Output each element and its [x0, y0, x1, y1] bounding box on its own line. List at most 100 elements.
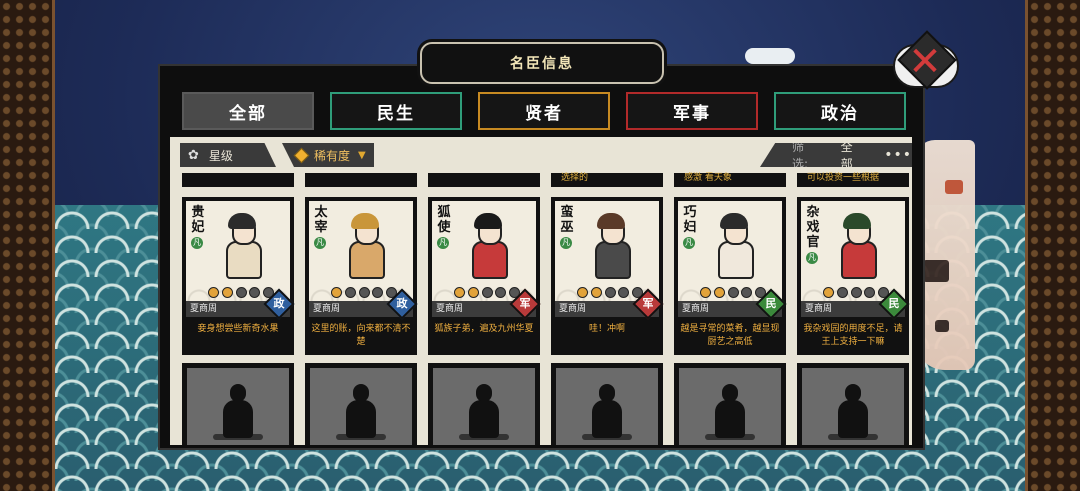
rarity-label: 稀有度 [314, 148, 351, 163]
rank-badge: 凡 [314, 237, 326, 249]
tab-livelihood[interactable]: 民生 [330, 92, 462, 130]
category-tabs: 全部 民生 贤者 军事 政治 [182, 92, 912, 132]
star-icon [454, 287, 465, 298]
locked-minister-card[interactable] [797, 363, 909, 445]
star-rating [700, 287, 766, 299]
prev-row-fragment [305, 173, 417, 187]
diamond-icon [293, 147, 310, 163]
minister-avatar [466, 213, 510, 279]
minister-panel: 全部 民生 贤者 军事 政治 ✿ 星级 稀有度 ▼ 筛选: 全部 ••• 选择的… [158, 64, 925, 450]
rank-badge: 凡 [191, 237, 203, 249]
locked-minister-card[interactable] [551, 363, 663, 445]
minister-portrait: 杂戏官凡 [801, 201, 905, 301]
locked-minister-card[interactable] [428, 363, 540, 445]
silhouette-figure [213, 384, 263, 440]
minister-quote: 越是寻常的菜肴，越显现厨艺之高低 [680, 324, 780, 347]
rarity-sort-button[interactable]: 稀有度 ▼ [282, 143, 374, 167]
star-filter-button[interactable]: ✿ 星级 [180, 143, 276, 167]
close-button[interactable]: ✕ [893, 30, 959, 92]
star-icon [481, 287, 493, 298]
star-icon [331, 287, 342, 298]
star-filter-label: 星级 [208, 148, 233, 163]
star-icon [577, 287, 588, 298]
tab-sages[interactable]: 贤者 [478, 92, 610, 130]
star-icon [358, 287, 370, 298]
silhouette-figure [459, 384, 509, 440]
minister-avatar [343, 213, 387, 279]
star-icon [590, 287, 602, 298]
star-rating [208, 287, 274, 299]
minister-card[interactable]: 太宰凡夏商周政这里的账，向来都不清不楚 [305, 197, 418, 355]
tab-military[interactable]: 军事 [626, 92, 758, 130]
minister-card[interactable]: 蛮巫凡夏商周军哇！冲啊 [551, 197, 664, 355]
minister-card[interactable]: 贵妃凡夏商周政妾身想尝些新奇水果 [182, 197, 295, 355]
silhouette-figure [828, 384, 878, 440]
rank-badge: 凡 [683, 237, 695, 249]
minister-card[interactable]: 杂戏官凡夏商周民我杂戏园的用度不足，请王上支持一下嘛 [797, 197, 910, 355]
prev-row-fragment [182, 173, 294, 187]
star-icon [864, 287, 876, 298]
silhouette-figure [336, 384, 386, 440]
rank-badge: 凡 [437, 237, 449, 249]
locked-minister-card[interactable] [305, 363, 417, 445]
minister-card[interactable]: 狐使凡夏商周军狐族子弟，遍及九州华夏 [428, 197, 541, 355]
minister-portrait: 太宰凡 [309, 201, 413, 301]
minister-portrait: 狐使凡 [432, 201, 536, 301]
locked-minister-card[interactable] [674, 363, 786, 445]
star-rating [331, 287, 397, 299]
close-icon: ✕ [908, 39, 942, 85]
star-icon [713, 287, 725, 298]
star-icon [221, 287, 233, 298]
star-rating [823, 287, 889, 299]
minister-portrait: 巧妇凡 [678, 201, 782, 301]
prev-row-fragment: 感激 看天象 [674, 173, 786, 187]
filter-value: 全部 [840, 140, 853, 171]
star-icon [208, 287, 219, 298]
filter-select[interactable]: 筛选: 全部 ••• [760, 143, 912, 167]
star-icon [344, 287, 356, 298]
window-title: 名臣信息 [420, 42, 664, 84]
filter-label: 筛选: [792, 140, 809, 171]
minister-portrait: 贵妃凡 [186, 201, 290, 301]
minister-grid: 选择的 感激 看天象 可以投资一些根据 贵妃凡夏商周政妾身想尝些新奇水果 太宰凡夏… [170, 173, 912, 445]
minister-name: 巧妇 [683, 205, 697, 235]
minister-quote: 这里的账，向来都不清不楚 [311, 324, 411, 347]
triangle-down-icon: ▼ [358, 149, 366, 161]
minister-name: 太宰 [314, 205, 328, 235]
star-icon [372, 287, 384, 298]
star-rating [577, 287, 643, 299]
silhouette-figure [705, 384, 755, 440]
minister-list[interactable]: ✿ 星级 稀有度 ▼ 筛选: 全部 ••• 选择的 感激 看天象 可以投资一些根… [170, 137, 912, 445]
more-options-icon[interactable]: ••• [884, 147, 912, 163]
prev-row-fragment: 可以投资一些根据 [797, 173, 909, 187]
star-rating [454, 287, 520, 299]
minister-portrait: 蛮巫凡 [555, 201, 659, 301]
minister-avatar [220, 213, 264, 279]
minister-card[interactable]: 巧妇凡夏商周民越是寻常的菜肴，越显现厨艺之高低 [674, 197, 787, 355]
tab-all[interactable]: 全部 [182, 92, 314, 130]
minister-quote: 我杂戏园的用度不足，请王上支持一下嘛 [803, 324, 903, 347]
minister-avatar [712, 213, 756, 279]
star-icon [618, 287, 630, 298]
decorative-border-left [0, 0, 55, 491]
star-icon [727, 287, 739, 298]
cloud [745, 48, 795, 64]
filter-bar: ✿ 星级 稀有度 ▼ 筛选: 全部 ••• [170, 137, 912, 171]
star-icon [700, 287, 711, 298]
star-icon [741, 287, 753, 298]
flower-icon: ✿ [188, 147, 199, 163]
minister-name: 蛮巫 [560, 205, 574, 235]
minister-name: 贵妃 [191, 205, 205, 235]
star-icon [604, 287, 616, 298]
locked-minister-card[interactable] [182, 363, 294, 445]
star-icon [836, 287, 848, 298]
rank-badge: 凡 [806, 252, 818, 264]
star-icon [823, 287, 834, 298]
minister-quote: 哇！冲啊 [588, 324, 625, 334]
star-icon [249, 287, 261, 298]
minister-quote: 妾身想尝些新奇水果 [197, 324, 279, 334]
star-icon [850, 287, 862, 298]
minister-avatar [835, 213, 879, 279]
star-icon [495, 287, 507, 298]
tab-politics[interactable]: 政治 [774, 92, 906, 130]
